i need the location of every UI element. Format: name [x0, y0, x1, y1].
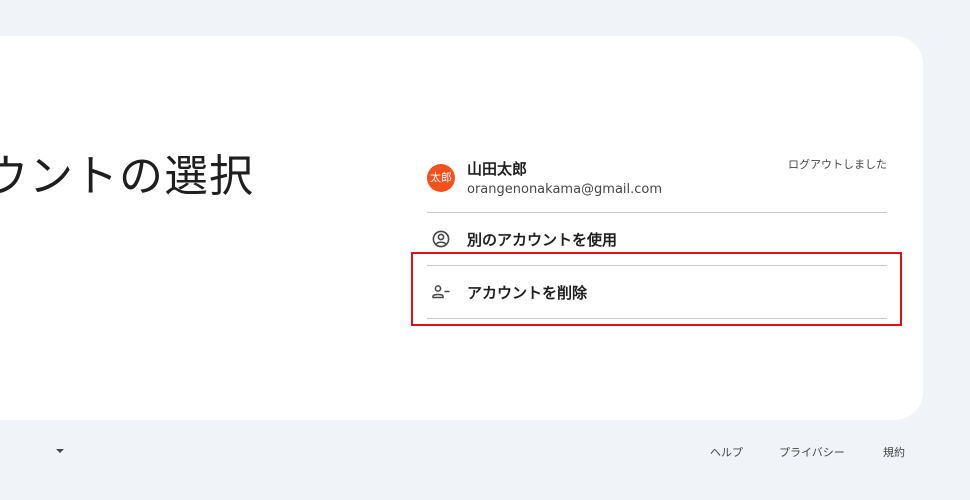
account-status: ログアウトしました — [788, 158, 887, 171]
divider — [427, 212, 887, 213]
account-list-item[interactable]: 太郎 山田太郎 orangenonakama@gmail.com ログアウトしま… — [427, 150, 887, 212]
account-email: orangenonakama@gmail.com — [467, 182, 663, 197]
dropdown-caret-icon[interactable] — [56, 449, 64, 453]
footer: ヘルプ プライバシー 規約 — [0, 436, 970, 466]
page-title: ウントの選択 — [0, 151, 254, 202]
help-link[interactable]: ヘルプ — [710, 444, 743, 460]
highlight-box — [411, 252, 902, 326]
account-circle-icon — [431, 229, 451, 249]
terms-link[interactable]: 規約 — [883, 444, 905, 460]
use-another-account-label: 別のアカウントを使用 — [467, 231, 618, 249]
avatar: 太郎 — [427, 164, 455, 192]
account-name: 山田太郎 — [467, 160, 528, 178]
privacy-link[interactable]: プライバシー — [779, 444, 845, 460]
